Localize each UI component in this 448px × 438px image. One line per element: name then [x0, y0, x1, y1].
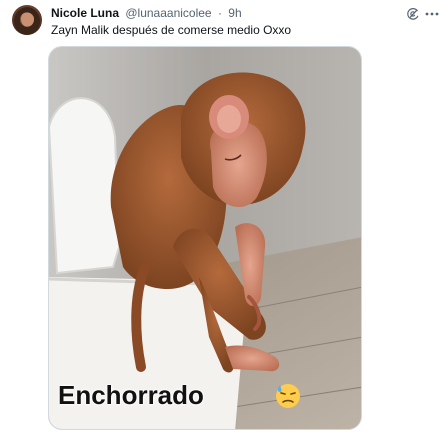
author-name[interactable]: Nicole Luna	[51, 6, 119, 20]
grok-icon[interactable]	[406, 7, 420, 21]
author-handle[interactable]: @lunaaanicolee	[125, 6, 211, 20]
tweet-header: Nicole Luna @lunaaanicolee · 9h	[51, 5, 242, 21]
tweet-text: Zayn Malik después de comerse medio Oxxo	[51, 23, 292, 37]
separator-dot: ·	[217, 6, 222, 20]
avatar[interactable]	[12, 5, 42, 35]
downcast-face-with-sweat-emoji	[276, 384, 300, 408]
timestamp[interactable]: 9h	[228, 6, 241, 20]
tweet[interactable]: Nicole Luna @lunaaanicolee · 9h Zayn Mal…	[0, 0, 448, 438]
media-photo	[49, 47, 361, 429]
more-icon[interactable]	[424, 6, 440, 22]
avatar-hair	[14, 7, 40, 35]
tweet-media[interactable]	[48, 46, 362, 430]
media-caption: Enchorrado	[58, 380, 204, 410]
